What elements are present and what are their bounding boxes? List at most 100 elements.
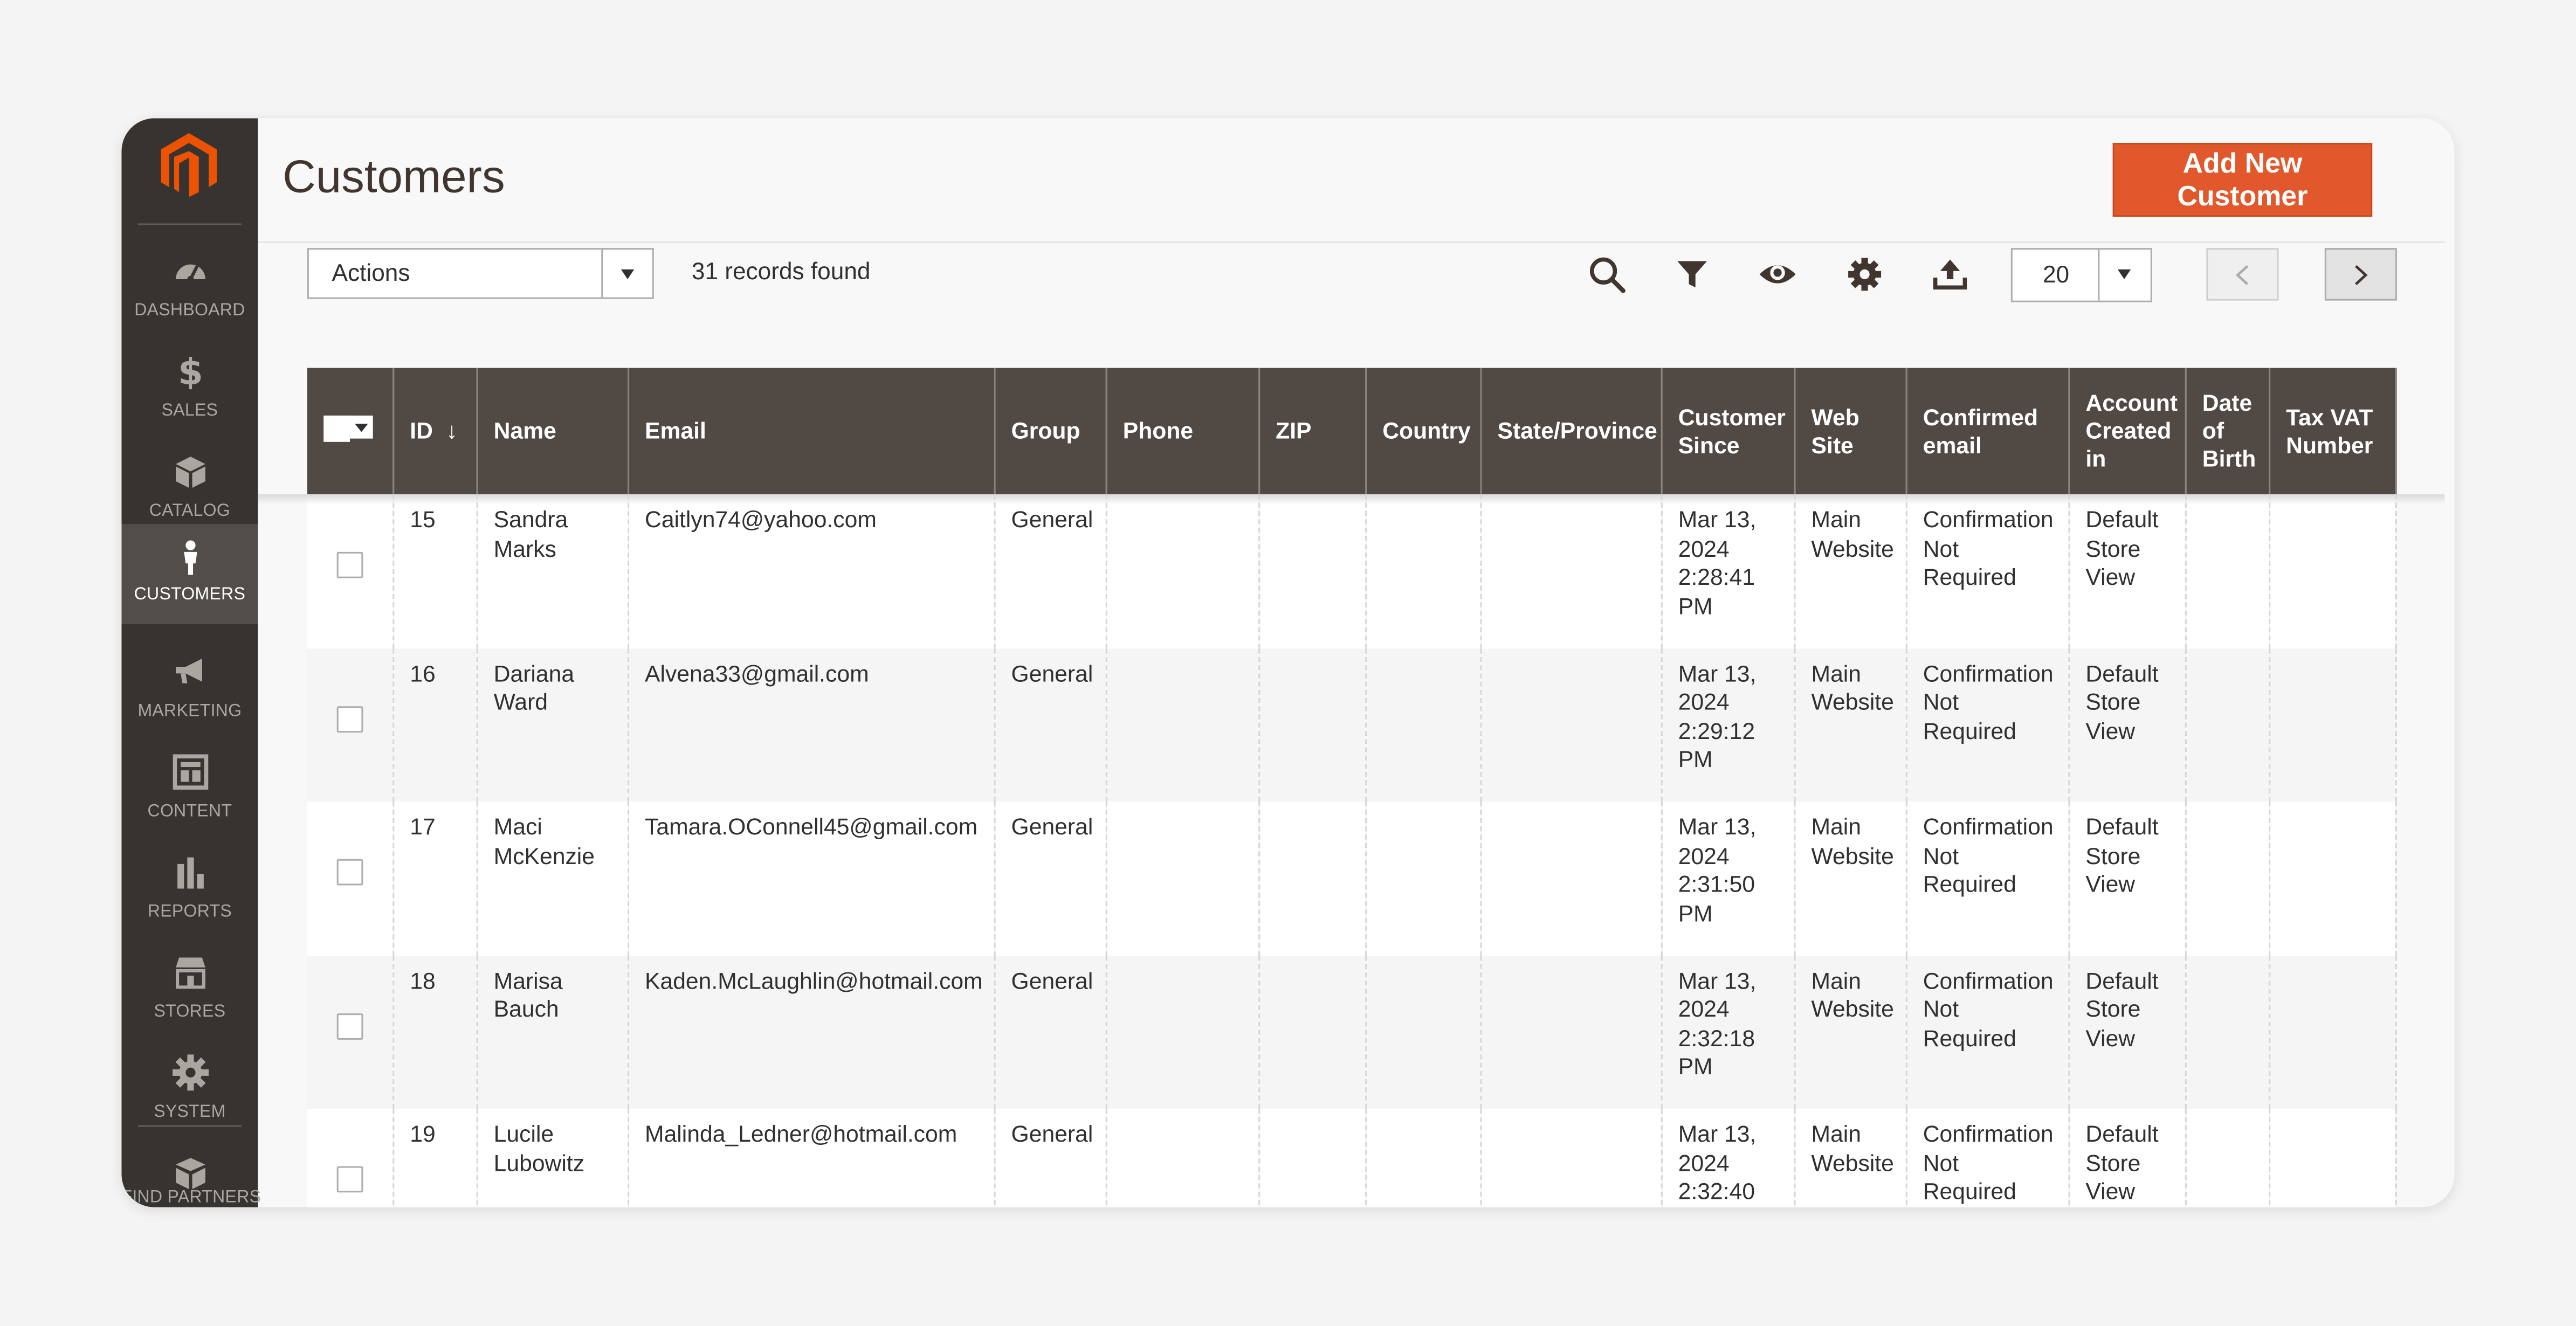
cell-group: General: [994, 802, 1107, 955]
nav-catalog[interactable]: CATALOG: [121, 437, 258, 537]
per-page-select[interactable]: 20: [2010, 248, 2152, 302]
column-header-dob[interactable]: Date of Birth: [2185, 368, 2270, 495]
cell-confirmed: Confirmation Not Required: [1905, 1108, 2069, 1207]
column-header-phone[interactable]: Phone: [1105, 368, 1259, 495]
nav-customers[interactable]: CUSTOMERS: [121, 524, 258, 624]
nav-label: STORES: [154, 1002, 226, 1022]
column-header-email[interactable]: Email: [628, 368, 995, 495]
column-header-id[interactable]: ID ↓: [392, 368, 478, 495]
column-label: ZIP: [1276, 417, 1312, 444]
cube-icon: [173, 453, 209, 489]
column-header-since[interactable]: Customer Since: [1661, 368, 1795, 495]
cell-since: Mar 13, 2024 2:32:18 PM: [1661, 955, 1795, 1109]
previous-page-button[interactable]: [2206, 248, 2279, 301]
magento-logo-icon[interactable]: [158, 132, 221, 197]
cell-since: Mar 13, 2024 2:32:40: [1661, 1108, 1795, 1207]
cell-created_in: Default Store View: [2068, 648, 2186, 802]
cell-id: 17: [392, 802, 478, 955]
mass-select-checkbox[interactable]: [323, 415, 350, 441]
dashboard-icon: [173, 253, 209, 289]
export-icon[interactable]: [1930, 254, 1969, 294]
cell-country: [1365, 494, 1482, 648]
nav-marketing[interactable]: MARKETING: [121, 637, 258, 737]
mass-select-toggle[interactable]: [350, 415, 373, 438]
cell-dob: [2185, 648, 2270, 802]
cell-email: Kaden.McLaughlin@hotmail.com: [628, 955, 995, 1109]
nav-reports[interactable]: REPORTS: [121, 838, 258, 938]
cell-dob: [2185, 802, 2270, 955]
filter-icon[interactable]: [1672, 254, 1712, 294]
gear-icon[interactable]: [1845, 254, 1884, 294]
row-select-cell: [307, 955, 394, 1109]
nav-content[interactable]: CONTENT: [121, 737, 258, 838]
search-icon[interactable]: [1587, 254, 1627, 294]
column-label: Date of Birth: [2202, 389, 2256, 472]
nav-system[interactable]: SYSTEM: [121, 1038, 258, 1138]
cell-zip: [1258, 494, 1366, 648]
row-checkbox[interactable]: [336, 859, 363, 886]
sidebar: DASHBOARD $ SALES CATALOG CUSTOMERS MARK…: [121, 118, 261, 1207]
table-row[interactable]: 17 Maci McKenzie Tamara.OConnell45@gmail.c…: [307, 802, 2396, 955]
column-header-state[interactable]: State/Province: [1480, 368, 1662, 495]
eye-icon[interactable]: [1758, 254, 1797, 294]
cell-email: Malinda_Ledner@hotmail.com: [628, 1108, 995, 1207]
column-header-created-in[interactable]: Account Created in: [2068, 368, 2186, 495]
cell-group: General: [994, 494, 1107, 648]
cell-created_in: Default Store View: [2068, 802, 2186, 955]
column-header-confirmed[interactable]: Confirmed email: [1905, 368, 2069, 495]
column-label: Web Site: [1811, 403, 1859, 458]
row-checkbox[interactable]: [336, 1012, 363, 1039]
nav-stores[interactable]: STORES: [121, 938, 258, 1038]
column-label: Account Created in: [2085, 389, 2178, 472]
mass-select[interactable]: [323, 415, 374, 441]
column-header-group[interactable]: Group: [994, 368, 1107, 495]
table-row[interactable]: 15 Sandra Marks Caitlyn74@yahoo.com General…: [307, 494, 2396, 648]
nav-find-partners[interactable]: FIND PARTNERS: [121, 1138, 261, 1207]
column-label: Confirmed email: [1923, 403, 2038, 458]
column-label: Customer Since: [1678, 403, 1786, 458]
chevron-down-icon: [621, 269, 635, 280]
cell-taxvat: [2269, 1108, 2396, 1207]
actions-label: Actions: [332, 261, 410, 288]
cell-state: [1480, 648, 1662, 802]
cell-since: Mar 13, 2024 2:31:50 PM: [1661, 802, 1795, 955]
cell-email: Caitlyn74@yahoo.com: [628, 494, 995, 648]
cell-state: [1480, 494, 1662, 648]
cell-taxvat: [2269, 955, 2396, 1109]
cell-state: [1480, 802, 1662, 955]
grid-header: ID ↓ Name Email Group Phone ZIP Country S…: [307, 368, 2396, 495]
mass-select-header[interactable]: [307, 368, 394, 495]
row-checkbox[interactable]: [336, 551, 363, 578]
column-header-country[interactable]: Country: [1365, 368, 1482, 495]
actions-dropdown[interactable]: Actions: [307, 248, 654, 299]
cell-email: Tamara.OConnell45@gmail.com: [628, 802, 995, 955]
gear-icon: [172, 1054, 209, 1091]
actions-dropdown-toggle[interactable]: [601, 250, 652, 298]
nav-dashboard[interactable]: DASHBOARD: [121, 237, 258, 337]
grid-body: 15 Sandra Marks Caitlyn74@yahoo.com General…: [307, 494, 2396, 1207]
row-checkbox[interactable]: [336, 1166, 363, 1193]
table-row[interactable]: 16 Dariana Ward Alvena33@gmail.com General M…: [307, 648, 2396, 802]
row-checkbox[interactable]: [336, 705, 363, 732]
cell-confirmed: Confirmation Not Required: [1905, 494, 2069, 648]
next-page-button[interactable]: [2324, 248, 2397, 301]
column-label: Group: [1011, 417, 1080, 444]
column-header-zip[interactable]: ZIP: [1258, 368, 1366, 495]
cell-confirmed: Confirmation Not Required: [1905, 802, 2069, 955]
nav-sales[interactable]: $ SALES: [121, 337, 258, 437]
cell-name: Dariana Ward: [476, 648, 629, 802]
cell-name: Sandra Marks: [476, 494, 629, 648]
cell-country: [1365, 1108, 1482, 1207]
per-page-toggle[interactable]: [2098, 250, 2151, 301]
column-header-website[interactable]: Web Site: [1794, 368, 1907, 495]
admin-window: DASHBOARD $ SALES CATALOG CUSTOMERS MARK…: [121, 118, 2455, 1207]
cell-created_in: Default Store View: [2068, 494, 2186, 648]
nav-label: MARKETING: [137, 701, 242, 721]
column-header-taxvat[interactable]: Tax VAT Number: [2269, 368, 2396, 495]
column-header-name[interactable]: Name: [476, 368, 629, 495]
svg-text:$: $: [178, 353, 203, 389]
add-new-customer-button[interactable]: Add New Customer: [2112, 143, 2373, 217]
cell-zip: [1258, 802, 1366, 955]
table-row[interactable]: 19 Lucile Lubowitz Malinda_Ledner@hotmail.…: [307, 1108, 2396, 1207]
table-row[interactable]: 18 Marisa Bauch Kaden.McLaughlin@hotmail.c…: [307, 955, 2396, 1109]
